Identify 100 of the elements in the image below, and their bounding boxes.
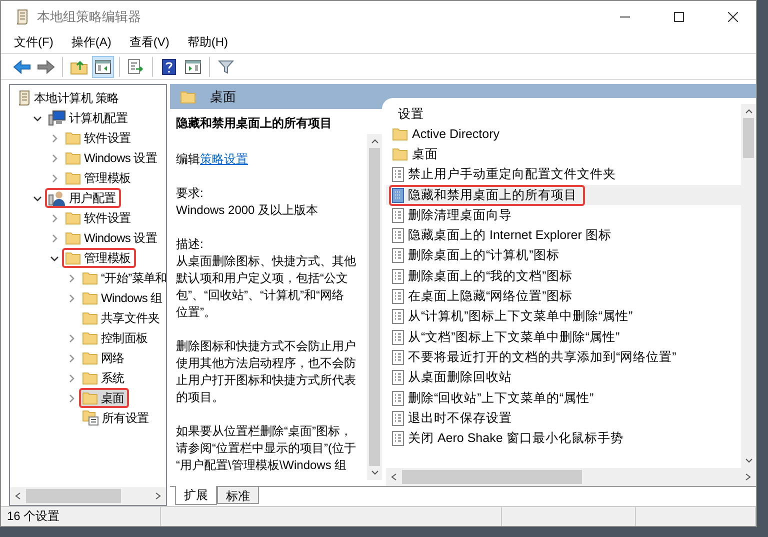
- tree-item[interactable]: 桌面: [79, 388, 130, 408]
- description-text: 要求: Windows 2000 及以上版本: [176, 185, 320, 219]
- chevron-right-icon[interactable]: [66, 334, 76, 342]
- list-item[interactable]: 删除桌面上的“计算机”图标: [386, 246, 741, 266]
- list-item[interactable]: 从“计算机”图标上下文菜单中删除“属性”: [386, 306, 741, 327]
- scroll-thumb[interactable]: [369, 148, 380, 466]
- toolbar-button[interactable]: [92, 56, 114, 78]
- chevron-right-icon[interactable]: [50, 234, 58, 242]
- setting-icon: [392, 330, 404, 345]
- tree-item[interactable]: 本地计算机 策略: [14, 88, 124, 108]
- setting-icon: [392, 390, 404, 406]
- tree-item[interactable]: Windows 设置: [62, 228, 162, 248]
- scroll-right-icon[interactable]: [746, 474, 751, 480]
- setting-icon: [392, 188, 404, 203]
- tree-item[interactable]: 用户配置: [45, 188, 121, 208]
- tree-item[interactable]: “开始”菜单和: [79, 268, 166, 288]
- list-item[interactable]: 在桌面上隐藏“网络位置”图标: [386, 286, 741, 307]
- list-item[interactable]: 退出时不保存设置: [386, 408, 741, 428]
- list-item[interactable]: 关闭 Aero Shake 窗口最小化鼠标手势: [386, 428, 741, 449]
- list-item[interactable]: 不要将最近打开的文档的共享添加到“网络位置”: [386, 347, 741, 368]
- tree-item[interactable]: 系统: [79, 368, 130, 388]
- list-item[interactable]: 隐藏桌面上的 Internet Explorer 图标: [386, 225, 741, 246]
- horizontal-scrollbar[interactable]: [386, 468, 756, 486]
- chevron-right-icon[interactable]: [66, 394, 76, 402]
- folder-icon: [65, 151, 81, 165]
- export-list-icon: [127, 58, 145, 74]
- scroll-thumb[interactable]: [26, 489, 121, 503]
- column-header[interactable]: 设置: [386, 98, 741, 124]
- window-title: 本地组策略编辑器: [37, 8, 142, 26]
- forward-arrow-icon: [37, 60, 55, 74]
- scroll-thumb[interactable]: [743, 118, 754, 158]
- maximize-icon: [674, 12, 684, 22]
- scroll-left-icon[interactable]: [391, 474, 396, 480]
- scroll-left-icon[interactable]: [15, 492, 20, 500]
- tree-item[interactable]: 软件设置: [62, 128, 136, 148]
- folder-icon: [65, 131, 81, 145]
- tree-item[interactable]: 网络: [79, 348, 130, 368]
- list-item[interactable]: 从“文档”图标上下文菜单中删除“属性”: [386, 326, 741, 348]
- scroll-up-icon[interactable]: [371, 139, 378, 144]
- folder-icon: [180, 90, 196, 104]
- chevron-right-icon[interactable]: [50, 154, 58, 162]
- chevron-right-icon[interactable]: [50, 174, 58, 182]
- setting-icon: [392, 410, 404, 426]
- list-item[interactable]: 隐藏和禁用桌面上的所有项目: [386, 184, 741, 206]
- menu-item[interactable]: 帮助(H): [180, 34, 235, 51]
- scroll-thumb[interactable]: [402, 470, 582, 484]
- menu-item[interactable]: 查看(V): [122, 34, 176, 51]
- vertical-scrollbar[interactable]: [741, 104, 756, 468]
- chevron-right-icon[interactable]: [66, 274, 76, 282]
- setting-icon: [392, 208, 404, 223]
- tree-item[interactable]: 共享文件夹: [79, 308, 165, 328]
- horizontal-scrollbar[interactable]: [10, 487, 166, 505]
- folder-icon: [82, 351, 98, 365]
- scroll-down-icon[interactable]: [371, 470, 378, 475]
- close-icon: [728, 12, 738, 22]
- setting-icon: [392, 268, 404, 284]
- chevron-right-icon[interactable]: [50, 134, 58, 142]
- list-item[interactable]: 从桌面删除回收站: [386, 368, 741, 388]
- scroll-icon: [17, 90, 31, 106]
- tree-item[interactable]: 管理模板: [62, 248, 136, 268]
- tree-item[interactable]: 软件设置: [62, 208, 136, 228]
- list-item[interactable]: 桌面: [386, 144, 741, 165]
- list-item[interactable]: Active Directory: [386, 124, 741, 144]
- tree-item[interactable]: Windows 组: [79, 288, 166, 308]
- scroll-up-icon[interactable]: [745, 109, 752, 114]
- scroll-down-icon[interactable]: [745, 458, 752, 463]
- policy-title: 隐藏和禁用桌面上的所有项目: [176, 115, 333, 132]
- chevron-down-icon[interactable]: [32, 194, 42, 202]
- scroll-icon: [15, 8, 29, 24]
- setting-icon: [392, 350, 404, 365]
- list-item[interactable]: 删除桌面上的“我的文档”图标: [386, 266, 741, 286]
- setting-icon: [392, 167, 404, 182]
- list-item[interactable]: 删除清理桌面向导: [386, 205, 741, 226]
- chevron-right-icon[interactable]: [66, 354, 76, 362]
- policy-settings-link[interactable]: 策略设置: [200, 152, 248, 166]
- tree-item[interactable]: 控制面板: [79, 328, 153, 348]
- tree-item[interactable]: Windows 设置: [62, 148, 162, 168]
- filter-icon: [218, 58, 234, 74]
- computer-icon: [48, 110, 66, 126]
- chevron-down-icon[interactable]: [32, 114, 42, 122]
- tree-item[interactable]: 所有设置: [79, 408, 154, 428]
- edit-policy-text: 编辑策略设置: [176, 151, 249, 168]
- menu-item[interactable]: 文件(F): [7, 34, 60, 51]
- tree-item[interactable]: 管理模板: [62, 168, 136, 188]
- chevron-right-icon[interactable]: [50, 214, 58, 222]
- vertical-scrollbar[interactable]: [367, 134, 382, 480]
- folder-icon: [82, 371, 98, 385]
- settings-folder-icon: [82, 410, 99, 426]
- tab[interactable]: 扩展: [175, 486, 217, 505]
- description-text: 如果要从位置栏删除“桌面”图标， 请参阅“位置栏中显示的项目”(位于 “用户配置\管理模板\Windows 组: [176, 423, 357, 474]
- tree-item[interactable]: 计算机配置: [45, 108, 133, 128]
- chevron-right-icon[interactable]: [66, 374, 76, 382]
- folder-icon: [65, 231, 81, 245]
- list-item[interactable]: 禁止用户手动重定向配置文件文件夹: [386, 164, 741, 185]
- menu-item[interactable]: 操作(A): [64, 34, 118, 51]
- chevron-down-icon[interactable]: [50, 254, 58, 262]
- list-item[interactable]: 删除“回收站”上下文菜单的“属性”: [386, 388, 741, 408]
- tab[interactable]: 标准: [217, 487, 259, 504]
- scroll-right-icon[interactable]: [156, 492, 161, 500]
- chevron-right-icon[interactable]: [66, 294, 76, 302]
